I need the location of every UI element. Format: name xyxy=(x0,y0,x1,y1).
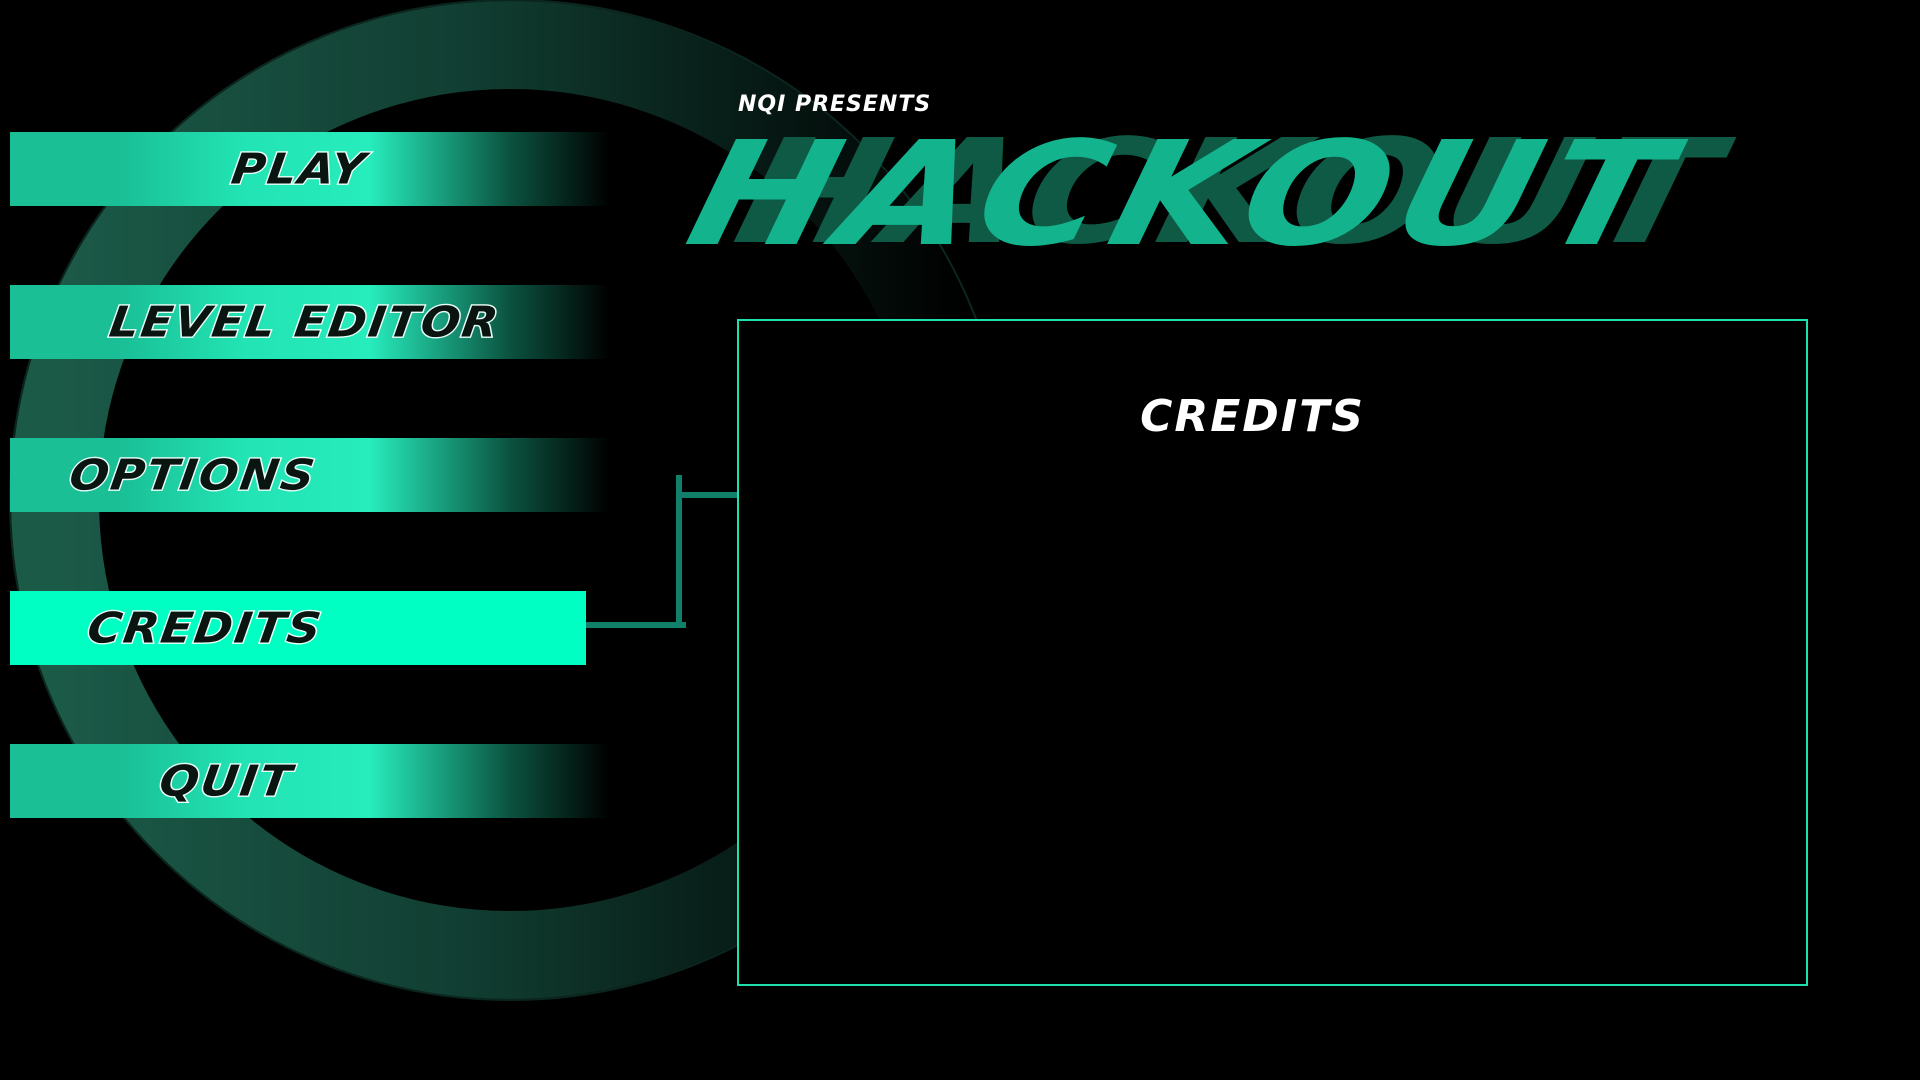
game-title-logo: HACKOUT HACKOUT xyxy=(674,108,1822,278)
menu-button-options-label: OPTIONS xyxy=(65,449,321,502)
menu-button-quit-label: QUIT xyxy=(155,755,298,808)
menu-button-level-editor-label: LEVEL EDITOR xyxy=(105,296,505,349)
menu-button-play[interactable]: PLAY xyxy=(10,132,610,206)
connector-line-horizontal-top xyxy=(676,492,738,498)
menu-button-play-label: PLAY xyxy=(227,143,372,196)
menu-button-quit[interactable]: QUIT xyxy=(10,744,610,818)
menu-button-credits-label: CREDITS xyxy=(83,602,327,655)
menu-button-options[interactable]: OPTIONS xyxy=(10,438,610,512)
connector-line-horizontal-bottom xyxy=(586,622,686,628)
credits-panel: CREDITS xyxy=(737,319,1808,986)
credits-panel-title: CREDITS xyxy=(1140,391,1365,442)
menu-button-level-editor[interactable]: LEVEL EDITOR xyxy=(10,285,610,359)
menu-button-credits[interactable]: CREDITS xyxy=(10,591,586,665)
game-title: HACKOUT xyxy=(673,110,1694,278)
